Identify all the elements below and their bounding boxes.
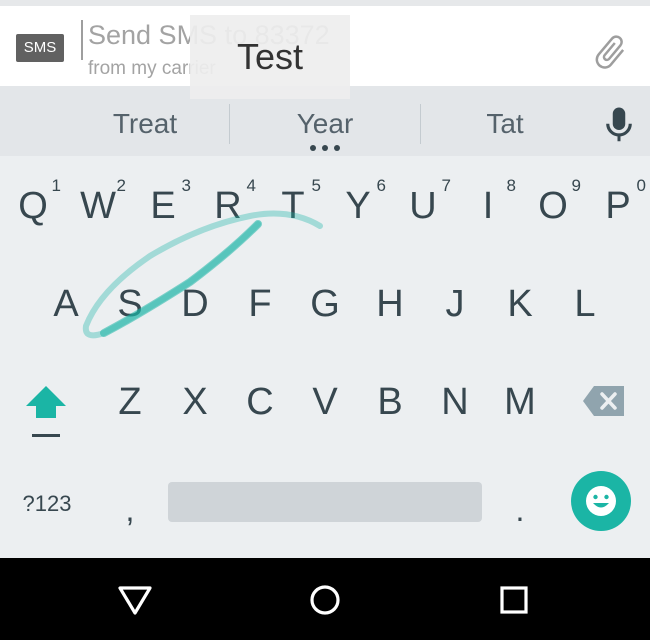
key-i[interactable]: I8 — [456, 166, 520, 246]
key-number: 0 — [636, 176, 646, 195]
key-h[interactable]: H — [358, 264, 422, 344]
key-number: 9 — [571, 176, 581, 195]
key-number: 5 — [311, 176, 321, 195]
key-x[interactable]: X — [163, 362, 227, 442]
key-z[interactable]: Z — [98, 362, 162, 442]
key-j[interactable]: J — [423, 264, 487, 344]
suggestion-3[interactable]: Tat — [420, 86, 590, 156]
key-label: Q — [18, 184, 48, 227]
key-label: I — [482, 184, 494, 227]
key-n[interactable]: N — [423, 362, 487, 442]
gesture-preview-bubble: Test — [190, 15, 350, 99]
key-w[interactable]: W2 — [66, 166, 130, 246]
paperclip-icon[interactable] — [590, 32, 630, 72]
suggestion-divider — [229, 104, 230, 144]
key-e[interactable]: E3 — [131, 166, 195, 246]
key-f[interactable]: F — [228, 264, 292, 344]
key-number: 6 — [376, 176, 386, 195]
key-label: O — [538, 184, 568, 227]
key-a[interactable]: A — [34, 264, 98, 344]
microphone-icon[interactable] — [604, 106, 634, 144]
keyboard: Q1 W2 E3 R4 T5 Y6 U7 I8 O9 P0 A S D F G … — [0, 156, 650, 558]
key-o[interactable]: O9 — [521, 166, 585, 246]
key-b[interactable]: B — [358, 362, 422, 442]
space-bar[interactable] — [168, 482, 482, 522]
key-l[interactable]: L — [553, 264, 617, 344]
emoji-button[interactable] — [571, 471, 631, 531]
key-y[interactable]: Y6 — [326, 166, 390, 246]
key-k[interactable]: K — [488, 264, 552, 344]
shift-arrow-icon — [26, 386, 66, 437]
key-r[interactable]: R4 — [196, 166, 260, 246]
key-d[interactable]: D — [163, 264, 227, 344]
recents-square-icon[interactable] — [494, 580, 534, 620]
key-p[interactable]: P0 — [586, 166, 650, 246]
comma-key[interactable]: , — [110, 492, 150, 532]
key-label: E — [150, 184, 176, 227]
key-label: U — [409, 184, 437, 227]
key-u[interactable]: U7 — [391, 166, 455, 246]
key-v[interactable]: V — [293, 362, 357, 442]
key-label: T — [281, 184, 305, 227]
key-q[interactable]: Q1 — [1, 166, 65, 246]
shift-key[interactable] — [24, 382, 68, 442]
key-label: R — [214, 184, 242, 227]
navigation-bar — [0, 558, 650, 640]
backspace-key[interactable] — [582, 384, 626, 418]
key-label: W — [80, 184, 116, 227]
symbols-key[interactable]: ?123 — [12, 484, 82, 524]
key-c[interactable]: C — [228, 362, 292, 442]
key-m[interactable]: M — [488, 362, 552, 442]
home-circle-icon[interactable] — [305, 580, 345, 620]
key-number: 7 — [441, 176, 451, 195]
period-key[interactable]: . — [500, 492, 540, 532]
key-number: 3 — [181, 176, 191, 195]
sms-badge: SMS — [16, 34, 64, 62]
key-number: 4 — [246, 176, 256, 195]
key-t[interactable]: T5 — [261, 166, 325, 246]
back-triangle-icon[interactable] — [115, 580, 155, 620]
key-number: 1 — [51, 176, 61, 195]
backspace-icon — [583, 386, 624, 416]
text-cursor — [81, 20, 83, 60]
key-number: 2 — [116, 176, 126, 195]
more-suggestions-icon[interactable] — [310, 145, 340, 153]
key-label: Y — [345, 184, 371, 227]
smiley-icon — [586, 486, 616, 516]
key-number: 8 — [506, 176, 516, 195]
key-g[interactable]: G — [293, 264, 357, 344]
key-s[interactable]: S — [98, 264, 162, 344]
key-label: P — [605, 184, 631, 227]
